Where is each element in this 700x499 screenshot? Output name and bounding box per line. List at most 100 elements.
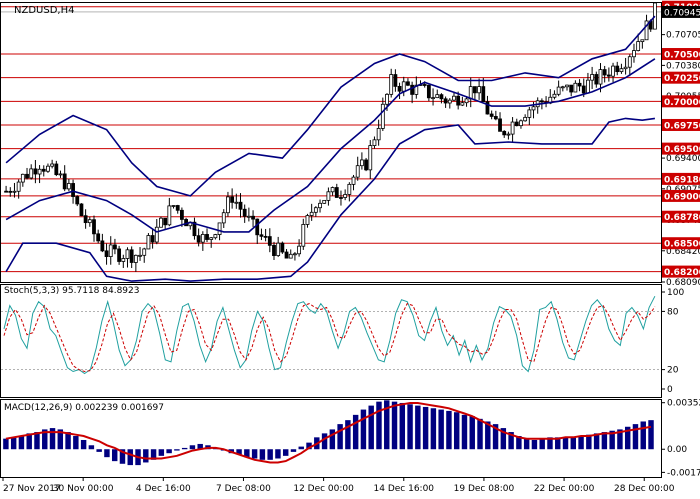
- candle-body: [122, 258, 125, 261]
- y-tick-label: 0.69400: [666, 154, 700, 164]
- macd-bar: [407, 404, 412, 449]
- candle-body: [151, 236, 154, 242]
- candle-body: [469, 87, 472, 99]
- candle-body: [63, 174, 66, 189]
- macd-bar: [431, 408, 436, 449]
- candle-body: [436, 95, 439, 98]
- candle-body: [201, 234, 204, 242]
- macd-bar: [648, 420, 653, 449]
- macd-bar: [539, 439, 544, 450]
- macd-bar: [330, 429, 335, 449]
- y-tick-label: 0.68090: [666, 278, 700, 288]
- candle-body: [243, 209, 246, 216]
- candle-body: [222, 213, 225, 223]
- y-tick-label: 0.00: [667, 445, 687, 455]
- candle-body: [612, 66, 615, 76]
- macd-bar: [392, 402, 397, 450]
- macd-bar: [470, 416, 475, 449]
- x-tick-label: 22 Dec 00:00: [534, 484, 595, 494]
- macd-bar: [89, 445, 94, 449]
- candle-body: [130, 250, 133, 263]
- candle-body: [226, 197, 229, 213]
- macd-bar: [104, 449, 109, 457]
- level-label: 0.69750: [664, 121, 700, 131]
- candle-body: [113, 245, 116, 249]
- candle-body: [607, 75, 610, 76]
- candle-body: [335, 188, 338, 198]
- macd-bar: [11, 437, 16, 449]
- candle-body: [381, 104, 384, 128]
- candle-body: [494, 116, 497, 118]
- candle-body: [59, 174, 62, 175]
- candle-body: [126, 250, 129, 259]
- candle-body: [285, 252, 288, 258]
- x-tick-label: 12 Dec 00:00: [293, 484, 354, 494]
- candle-body: [239, 202, 242, 209]
- candle-body: [143, 249, 146, 255]
- candle-body: [67, 183, 70, 188]
- candle-body: [97, 234, 100, 241]
- candle-body: [624, 67, 627, 68]
- candle-body: [260, 235, 263, 237]
- y-tick-label: 100: [667, 288, 684, 298]
- macd-bar: [454, 412, 459, 449]
- candle-body: [268, 237, 271, 246]
- candle-body: [377, 128, 380, 139]
- macd-bar: [128, 449, 133, 465]
- candle-body: [319, 203, 322, 207]
- candle-body: [603, 70, 606, 75]
- macd-bar: [368, 406, 373, 450]
- candle-body: [528, 110, 531, 117]
- candle-body: [515, 122, 518, 126]
- candle-body: [210, 238, 213, 240]
- level-label: 0.70500: [664, 51, 700, 61]
- candle-body: [582, 86, 585, 93]
- macd-bar: [361, 410, 366, 450]
- candle-body: [570, 85, 573, 92]
- level-label: 0.70250: [664, 74, 700, 84]
- candle-body: [411, 85, 414, 94]
- candle-body: [206, 234, 209, 239]
- candle-body: [101, 241, 104, 251]
- y-tick-label: 80: [667, 307, 679, 317]
- candle-body: [427, 85, 430, 98]
- candle-body: [394, 75, 397, 87]
- candle-body: [155, 227, 158, 242]
- candle-body: [490, 114, 493, 116]
- candle-body: [595, 74, 598, 84]
- macd-bar: [633, 424, 638, 449]
- macd-bar: [322, 433, 327, 449]
- macd-bar: [96, 449, 101, 452]
- macd-bar: [174, 449, 179, 450]
- candle-body: [168, 206, 171, 225]
- candle-body: [51, 164, 54, 166]
- candle-body: [289, 254, 292, 258]
- macd-bar: [400, 403, 405, 449]
- candle-body: [373, 140, 376, 146]
- candle-body: [344, 194, 347, 197]
- candle-body: [264, 236, 267, 237]
- macd-bar: [462, 415, 467, 449]
- candle-body: [578, 83, 581, 86]
- level-label: 0.68780: [664, 213, 700, 223]
- candle-body: [461, 103, 464, 105]
- candle-body: [499, 119, 502, 131]
- candle-body: [348, 184, 351, 194]
- candle-body: [503, 131, 506, 134]
- candle-body: [314, 208, 317, 213]
- candle-body: [306, 216, 309, 225]
- candle-body: [42, 169, 45, 171]
- candle-body: [26, 174, 29, 178]
- candle-body: [632, 51, 635, 57]
- candle-body: [365, 160, 368, 170]
- candle-body: [566, 85, 569, 87]
- candle-body: [390, 75, 393, 95]
- candle-body: [369, 146, 372, 170]
- level-label: 0.70000: [664, 98, 700, 108]
- candle-body: [235, 202, 238, 203]
- y-tick-label: 20: [667, 366, 679, 376]
- chart-window: 0.707050.703800.700550.697250.694000.690…: [0, 0, 700, 495]
- candle-body: [599, 70, 602, 84]
- candle-body: [457, 96, 460, 105]
- candle-body: [218, 223, 221, 235]
